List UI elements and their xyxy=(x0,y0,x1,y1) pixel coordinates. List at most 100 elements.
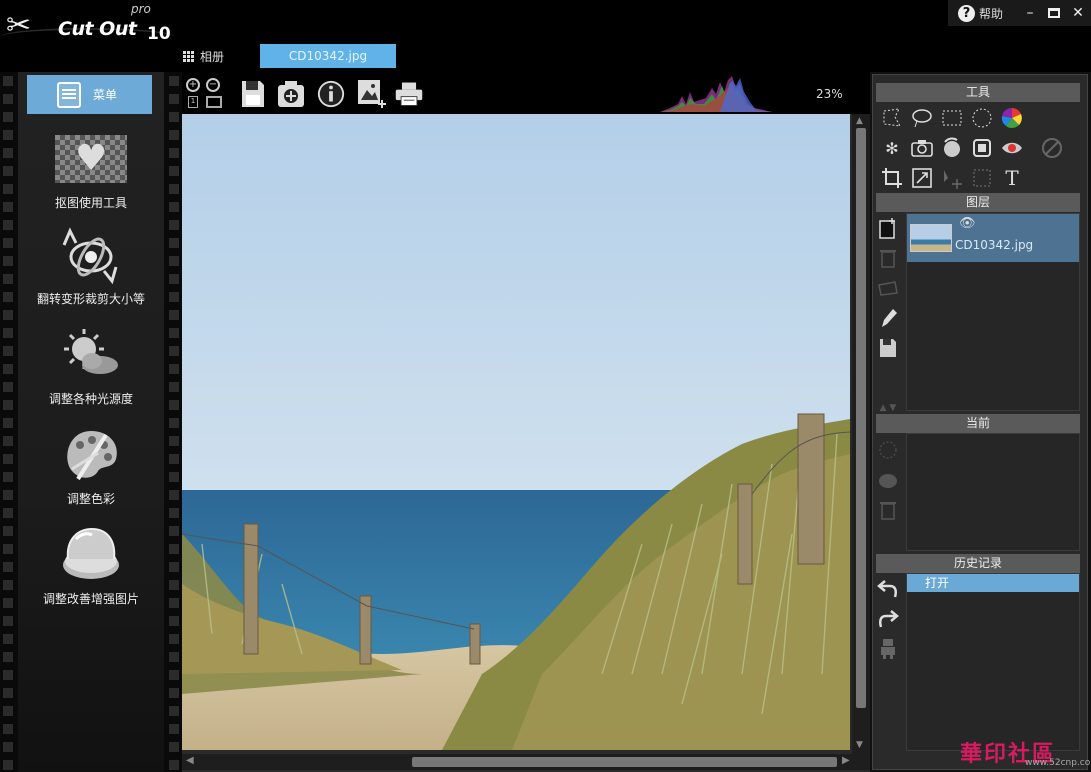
minimize-button[interactable]: – xyxy=(1018,0,1042,26)
merge-layer-icon[interactable] xyxy=(876,276,900,300)
fit-window-icon[interactable] xyxy=(206,96,222,108)
layers-list: 👁 CD10342.jpg xyxy=(906,213,1080,411)
layer-name: CD10342.jpg xyxy=(955,238,1034,252)
vertical-scrollbar[interactable]: ▲ ▼ xyxy=(852,114,870,754)
current-list xyxy=(906,433,1080,551)
menu-button[interactable]: 菜单 xyxy=(27,75,152,114)
canvas-area: ▲ ▼ ◀ ▶ xyxy=(182,114,870,772)
sidebar-item-label: 调整改善增强图片 xyxy=(42,592,139,606)
actual-size-icon[interactable]: 1 xyxy=(188,96,198,108)
history-actions xyxy=(876,576,902,666)
window-controls: ? 帮助 – ✕ xyxy=(948,0,1091,26)
scroll-left-icon[interactable]: ◀ xyxy=(186,755,194,766)
blob-shape-icon[interactable] xyxy=(876,468,900,492)
delete-layer-icon[interactable] xyxy=(876,246,900,270)
layers-header: 图层 xyxy=(876,193,1080,212)
layer-item[interactable]: 👁 CD10342.jpg xyxy=(907,214,1079,262)
help-label: 帮助 xyxy=(979,6,1004,21)
horizontal-scrollbar[interactable]: ◀ ▶ xyxy=(182,754,870,770)
close-button[interactable]: ✕ xyxy=(1066,0,1090,26)
history-list: 打开 xyxy=(906,573,1080,751)
move-selection-icon[interactable] xyxy=(940,166,964,190)
tab-bar: 相册 CD10342.jpg xyxy=(0,43,1091,69)
dashed-circle-icon[interactable] xyxy=(876,438,900,462)
color-wheel-icon[interactable] xyxy=(1000,106,1024,130)
scissors-icon: ✂ xyxy=(6,8,32,43)
sidebar-item-label: 调整各种光源度 xyxy=(48,392,133,406)
tab-file[interactable]: CD10342.jpg xyxy=(260,44,396,68)
robot-icon[interactable] xyxy=(876,636,900,660)
zoom-out-icon[interactable]: − xyxy=(206,78,220,92)
select-frame-icon[interactable] xyxy=(970,166,994,190)
watermark-url: www.52cnp.com xyxy=(1025,758,1091,768)
polygon-lasso-icon[interactable] xyxy=(880,106,904,130)
current-header: 当前 xyxy=(876,414,1080,433)
resize-icon[interactable] xyxy=(910,166,934,190)
rotate-shape-icon[interactable] xyxy=(940,136,964,160)
new-layer-icon[interactable] xyxy=(876,216,900,240)
history-header: 历史记录 xyxy=(876,554,1080,573)
zoom-level: 23% xyxy=(816,87,843,101)
scroll-down-icon[interactable]: ▼ xyxy=(856,740,863,750)
sidebar-item-color[interactable]: 调整色彩 xyxy=(18,424,164,507)
scroll-right-icon[interactable]: ▶ xyxy=(842,755,850,766)
logo-version: 10 xyxy=(147,24,171,44)
tab-album-label: 相册 xyxy=(200,50,225,64)
save-layer-icon[interactable] xyxy=(876,336,900,360)
camera-icon[interactable] xyxy=(910,136,934,160)
help-button[interactable]: ? 帮助 xyxy=(948,4,1018,22)
visibility-eye-icon[interactable]: 👁 xyxy=(959,216,976,231)
menu-document-icon xyxy=(57,81,81,108)
light-adjust-icon xyxy=(55,324,127,386)
sidebar-item-label: 翻转变形裁剪大小等 xyxy=(36,292,145,306)
rect-select-icon[interactable] xyxy=(940,106,964,130)
export-image-icon[interactable] xyxy=(356,78,386,110)
current-actions xyxy=(876,438,902,528)
right-panel: 工具 ✻ T 图层 ▲ ▼ 👁 CD10342.jpg 当前 历史记录 打开 xyxy=(870,72,1091,772)
sidebar-item-label: 抠图使用工具 xyxy=(54,196,127,210)
image-toolbar: + − 1 23% xyxy=(182,72,870,114)
color-palette-icon xyxy=(55,424,127,486)
sidebar-item-enhance[interactable]: 调整改善增强图片 xyxy=(18,524,164,607)
stamp-icon[interactable] xyxy=(970,136,994,160)
info-icon[interactable] xyxy=(316,78,346,110)
save-icon[interactable] xyxy=(238,78,268,110)
sidebar-item-transform[interactable]: 翻转变形裁剪大小等 xyxy=(18,224,164,307)
maximize-button[interactable] xyxy=(1042,0,1066,26)
tab-album[interactable]: 相册 xyxy=(183,48,224,65)
red-eye-icon[interactable] xyxy=(1000,136,1024,160)
crop-icon[interactable] xyxy=(880,166,904,190)
undo-icon[interactable] xyxy=(876,576,900,600)
app-logo: ✂ Cut Out pro 10 xyxy=(0,0,175,48)
sidebar-item-cutout[interactable]: ♥ 抠图使用工具 xyxy=(18,128,164,211)
title-bar: ✂ Cut Out pro 10 ? 帮助 – ✕ 相册 CD10342.jpg xyxy=(0,0,1091,72)
pencil-edit-icon[interactable] xyxy=(876,306,900,330)
layer-thumbnail xyxy=(910,224,952,252)
text-tool-icon[interactable]: T xyxy=(1000,166,1024,190)
sidebar: 菜单 ♥ 抠图使用工具 翻转变形裁剪大小等 调整各种光源度 调整色彩 调整改善增… xyxy=(0,72,182,772)
grid-icon xyxy=(183,50,195,63)
histogram xyxy=(660,76,772,112)
no-entry-icon[interactable] xyxy=(1040,136,1064,160)
horizontal-scroll-thumb[interactable] xyxy=(412,757,837,767)
enhance-compact-icon xyxy=(55,524,127,586)
redo-icon[interactable] xyxy=(876,606,900,630)
zoom-in-icon[interactable]: + xyxy=(186,78,200,92)
ellipse-select-icon[interactable] xyxy=(970,106,994,130)
film-strip-left xyxy=(0,72,16,772)
sidebar-item-light[interactable]: 调整各种光源度 xyxy=(18,324,164,407)
maximize-icon xyxy=(1048,8,1060,18)
delete-current-icon[interactable] xyxy=(876,498,900,522)
lasso-icon[interactable] xyxy=(910,106,934,130)
print-icon[interactable] xyxy=(394,78,424,110)
magic-brush-icon[interactable]: ✻ xyxy=(880,136,904,160)
vertical-scroll-thumb[interactable] xyxy=(856,128,866,708)
history-item[interactable]: 打开 xyxy=(907,574,1079,592)
add-to-album-icon[interactable] xyxy=(276,78,306,110)
photo-canvas[interactable] xyxy=(182,114,850,750)
menu-label: 菜单 xyxy=(93,88,118,102)
scroll-up-icon[interactable]: ▲ xyxy=(856,116,863,126)
transform-icon xyxy=(55,224,127,286)
sidebar-item-label: 调整色彩 xyxy=(66,492,115,506)
film-strip-right xyxy=(166,72,182,772)
